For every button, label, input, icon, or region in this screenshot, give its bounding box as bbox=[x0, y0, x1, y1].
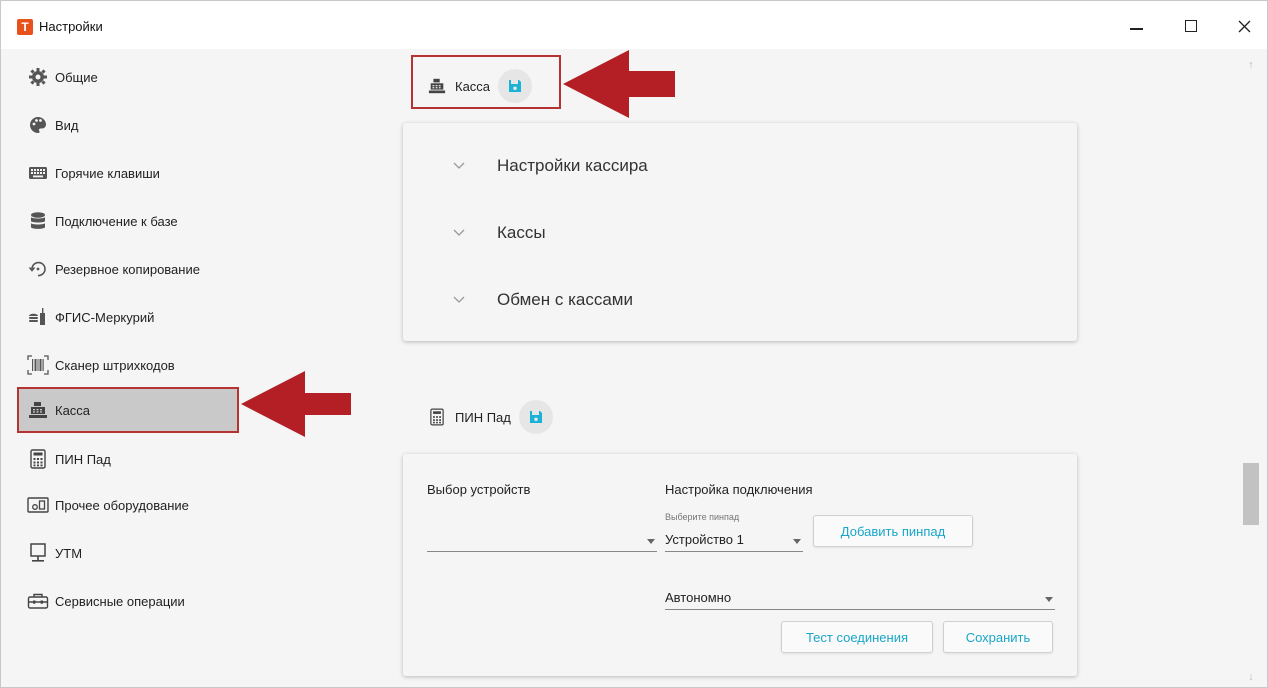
caret-down-icon bbox=[647, 539, 655, 544]
close-icon bbox=[1238, 20, 1250, 32]
accordion-label: Настройки кассира bbox=[497, 156, 648, 175]
sidebar-item-label: ПИН Пад bbox=[55, 451, 111, 467]
toolbox-icon bbox=[27, 590, 49, 612]
cash-register-icon bbox=[27, 399, 49, 421]
chevron-down-icon bbox=[449, 223, 469, 243]
pointer-arrow-icon bbox=[563, 50, 675, 118]
sidebar-item-label: ФГИС-Меркурий bbox=[55, 309, 155, 325]
device-select-label: Выбор устройств bbox=[427, 482, 531, 497]
device-select[interactable] bbox=[427, 528, 657, 552]
gear-icon bbox=[27, 66, 49, 88]
app-logo-icon: T bbox=[17, 19, 33, 35]
pinpad-section-header: ПИН Пад bbox=[427, 400, 553, 434]
chevron-down-icon bbox=[449, 156, 469, 176]
pinpad-save-icon-button[interactable] bbox=[518, 400, 553, 434]
keyboard-icon bbox=[27, 162, 49, 184]
sidebar-item-label: Прочее оборудование bbox=[55, 497, 189, 513]
scroll-up-arrow-icon[interactable]: ↑ bbox=[1243, 57, 1259, 73]
minimize-icon bbox=[1129, 28, 1143, 30]
sidebar-item-utm[interactable]: УТМ bbox=[17, 533, 239, 573]
close-button[interactable] bbox=[1229, 13, 1259, 39]
sidebar-item-label: Сервисные операции bbox=[55, 593, 185, 609]
calculator-icon bbox=[427, 407, 447, 427]
maximize-button[interactable] bbox=[1176, 13, 1206, 39]
sidebar-item-fgis-mercury[interactable]: ФГИС-Меркурий bbox=[17, 297, 239, 337]
mode-select-value: Автономно bbox=[665, 590, 732, 605]
equipment-icon bbox=[27, 494, 49, 516]
scroll-down-arrow-icon[interactable]: ↓ bbox=[1243, 669, 1259, 685]
sidebar-item-kassa[interactable]: Касса bbox=[17, 387, 239, 433]
pinpad-card: Выбор устройств Настройка подключения Вы… bbox=[403, 454, 1077, 676]
sidebar-item-barcode-scanner[interactable]: Сканер штрихкодов bbox=[17, 345, 239, 385]
sidebar-item-hotkeys[interactable]: Горячие клавиши bbox=[17, 153, 239, 193]
floppy-disk-icon bbox=[529, 411, 542, 423]
content-scrollbar[interactable]: ↑ ↓ bbox=[1237, 49, 1267, 688]
pinpad-select[interactable]: Устройство 1 bbox=[665, 528, 803, 552]
sidebar-item-label: Общие bbox=[55, 69, 98, 85]
kassa-save-button[interactable] bbox=[498, 69, 533, 103]
sidebar-item-label: Сканер штрихкодов bbox=[55, 357, 175, 373]
scrollbar-thumb[interactable] bbox=[1243, 463, 1259, 525]
sidebar-item-label: Резервное копирование bbox=[55, 261, 200, 277]
sidebar-item-label: Горячие клавиши bbox=[55, 165, 160, 181]
window-title: Настройки bbox=[39, 19, 103, 34]
pinpad-section-title: ПИН Пад bbox=[455, 409, 511, 425]
sidebar-item-database[interactable]: Подключение к базе bbox=[17, 201, 239, 241]
kassa-section-header: Касса bbox=[427, 69, 533, 103]
maximize-icon bbox=[1185, 20, 1197, 32]
connection-settings-label: Настройка подключения bbox=[665, 482, 813, 497]
accordion-label: Обмен с кассами bbox=[497, 290, 633, 309]
mode-select[interactable]: Автономно bbox=[665, 586, 1055, 610]
sidebar-item-backup[interactable]: Резервное копирование bbox=[17, 249, 239, 289]
kassa-accordion-card: Настройки кассира Кассы Обмен с кассами bbox=[403, 123, 1077, 341]
floppy-disk-icon bbox=[509, 80, 522, 92]
accordion-label: Кассы bbox=[497, 223, 546, 242]
monitor-icon bbox=[27, 542, 49, 564]
add-pinpad-button[interactable]: Добавить пинпад bbox=[813, 515, 973, 547]
sidebar: Общие Вид Горячие клавиши Подключение к … bbox=[1, 49, 251, 688]
save-button[interactable]: Сохранить bbox=[943, 621, 1053, 653]
settings-content: Касса Настройки кассира Кассы Обмен с ка… bbox=[251, 49, 1231, 688]
sidebar-item-general[interactable]: Общие bbox=[17, 57, 239, 97]
accordion-item-kassy[interactable]: Кассы bbox=[403, 200, 1077, 266]
chevron-down-icon bbox=[449, 290, 469, 310]
backup-icon bbox=[27, 258, 49, 280]
database-icon bbox=[27, 210, 49, 232]
palette-icon bbox=[27, 114, 49, 136]
settings-window: T Настройки Общие Вид Горячие клавиши По… bbox=[0, 0, 1268, 688]
caret-down-icon bbox=[793, 539, 801, 544]
mercury-icon bbox=[27, 306, 49, 328]
sidebar-item-label: Касса bbox=[55, 402, 91, 418]
calculator-icon bbox=[27, 448, 49, 470]
sidebar-item-label: УТМ bbox=[55, 545, 83, 561]
sidebar-item-label: Подключение к базе bbox=[55, 213, 178, 229]
accordion-item-exchange[interactable]: Обмен с кассами bbox=[403, 267, 1077, 333]
sidebar-item-service-operations[interactable]: Сервисные операции bbox=[17, 581, 239, 621]
accordion-item-cashier-settings[interactable]: Настройки кассира bbox=[403, 133, 1077, 199]
sidebar-item-pinpad[interactable]: ПИН Пад bbox=[17, 439, 239, 479]
test-connection-button[interactable]: Тест соединения bbox=[781, 621, 933, 653]
pinpad-select-hint: Выберите пинпад bbox=[665, 512, 740, 522]
barcode-icon bbox=[27, 354, 49, 376]
title-bar: T Настройки bbox=[1, 1, 1267, 49]
sidebar-item-other-equipment[interactable]: Прочее оборудование bbox=[17, 485, 239, 525]
sidebar-item-view[interactable]: Вид bbox=[17, 105, 239, 145]
minimize-button[interactable] bbox=[1121, 13, 1151, 39]
cash-register-icon bbox=[427, 76, 447, 96]
pinpad-select-value: Устройство 1 bbox=[665, 532, 744, 547]
sidebar-item-label: Вид bbox=[55, 117, 79, 133]
caret-down-icon bbox=[1045, 597, 1053, 602]
kassa-section-title: Касса bbox=[455, 78, 491, 94]
